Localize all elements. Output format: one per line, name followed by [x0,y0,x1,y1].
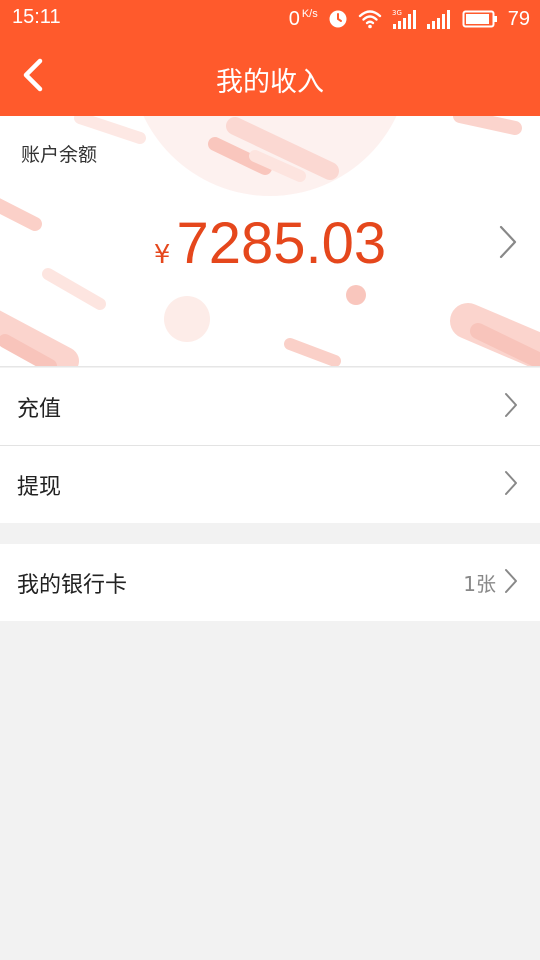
net-speed: 0 K/s [289,8,318,31]
bank-card-row[interactable]: 我的银行卡 1张 [0,544,540,621]
net-speed-value: 0 [288,7,300,30]
bank-card-row-right: 1张 [463,568,518,598]
withdraw-row-right [504,470,518,500]
chevron-right-icon [504,568,518,598]
currency-symbol: ¥ [153,240,171,270]
bank-card-count: 1张 [463,572,496,596]
wifi-icon [358,9,382,29]
signal-icon [426,8,452,30]
app-header: 我的收入 [0,38,540,116]
3g-signal-icon: 3G [392,8,416,30]
chevron-right-icon [498,224,518,264]
recharge-row-right [504,392,518,422]
page-title: 我的收入 [216,67,324,98]
net-speed-unit: K/s [301,7,318,20]
recharge-label: 充值 [17,396,62,422]
status-icons: 0 K/s 3G 79 [289,6,530,32]
balance-label: 账户余额 [21,144,98,166]
chevron-right-icon [504,470,518,500]
chevron-right-icon [504,392,518,422]
balance-card[interactable]: 账户余额 ¥ 7285.03 [0,116,540,367]
balance-amount-value: 7285.03 [176,211,387,276]
battery-icon [462,9,498,29]
balance-amount: ¥ 7285.03 [0,210,540,277]
withdraw-label: 提现 [17,474,62,500]
status-time: 15:11 [12,6,61,28]
alarm-icon [328,9,348,29]
battery-level: 79 [507,7,530,30]
status-bar: 15:11 0 K/s 3G 79 [0,0,540,38]
svg-text:3G: 3G [392,9,402,17]
withdraw-row[interactable]: 提现 [0,446,540,523]
recharge-row[interactable]: 充值 [0,368,540,445]
bank-card-label: 我的银行卡 [17,572,128,598]
